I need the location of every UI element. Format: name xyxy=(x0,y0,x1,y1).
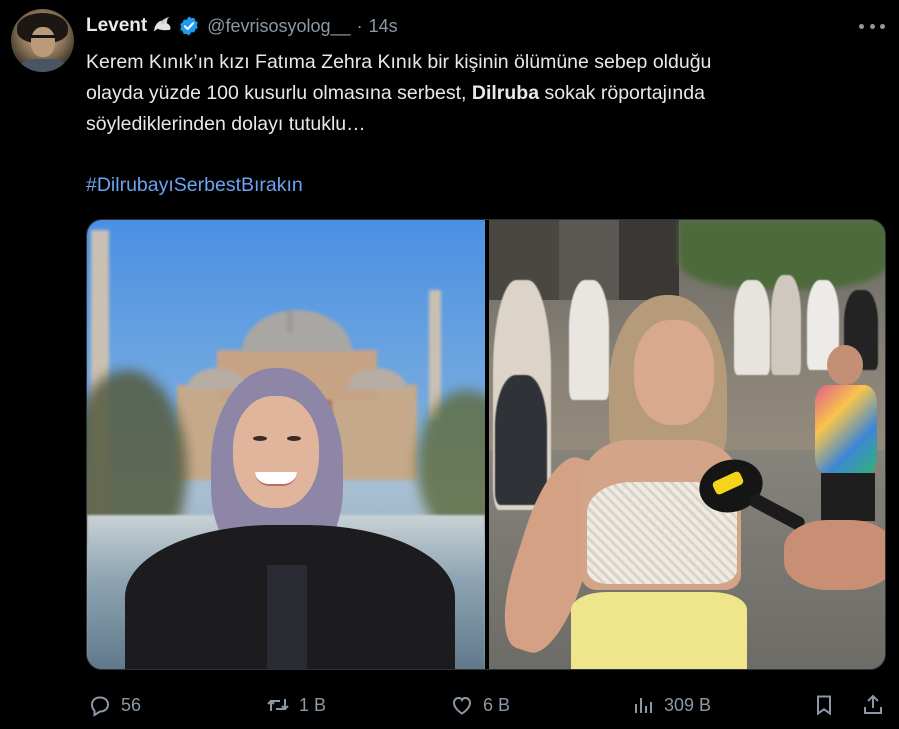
views-count: 309 B xyxy=(664,694,712,715)
tweet-text-line-3: söylediklerinden dolayı tutuklu… xyxy=(86,113,366,135)
bookmark-icon xyxy=(817,695,831,716)
tweet-text-line-2: olayda yüzde 100 kusurlu olmasına serbes… xyxy=(86,82,705,104)
share-icon xyxy=(864,694,882,714)
media-photo-left[interactable] xyxy=(87,220,485,669)
like-count: 6 B xyxy=(483,694,511,715)
reply-button[interactable]: 56 xyxy=(88,688,141,722)
views-icon xyxy=(635,698,652,713)
like-button[interactable]: 6 B xyxy=(450,688,510,722)
tweet-time[interactable]: 14s xyxy=(369,16,398,37)
bookmark-button[interactable] xyxy=(812,688,836,722)
tweet-media[interactable] xyxy=(86,219,886,670)
separator-dot: · xyxy=(356,15,363,36)
more-icon[interactable] xyxy=(859,14,885,38)
retweet-count: 1 B xyxy=(299,694,327,715)
media-photo-right[interactable] xyxy=(489,220,885,669)
reply-count: 56 xyxy=(121,694,142,715)
avatar[interactable] xyxy=(11,9,74,72)
verified-badge-icon[interactable] xyxy=(178,15,200,37)
heart-icon xyxy=(452,696,472,715)
user-handle[interactable]: @fevrisosyolog__ xyxy=(207,16,350,37)
tweet-text-line-1: Kerem Kınık’ın kızı Fatıma Zehra Kınık b… xyxy=(86,51,712,73)
share-button[interactable] xyxy=(861,688,885,722)
display-name[interactable]: Levent xyxy=(86,15,147,37)
tweet-header: Levent @fevrisosyolog__ · 14s xyxy=(86,13,398,39)
views-button[interactable]: 309 B xyxy=(631,688,711,722)
retweet-icon xyxy=(267,699,289,711)
bold-name: Dilruba xyxy=(471,82,540,104)
tweet-text: Kerem Kınık’ın kızı Fatıma Zehra Kınık b… xyxy=(86,47,876,140)
reply-icon xyxy=(90,696,110,717)
retweet-button[interactable]: 1 B xyxy=(266,688,326,722)
dove-icon xyxy=(154,16,171,32)
tweet-actions: 56 1 B 6 B 309 B xyxy=(86,688,886,722)
hashtag-link[interactable]: #DilrubayıSerbestBırakın xyxy=(86,170,303,201)
